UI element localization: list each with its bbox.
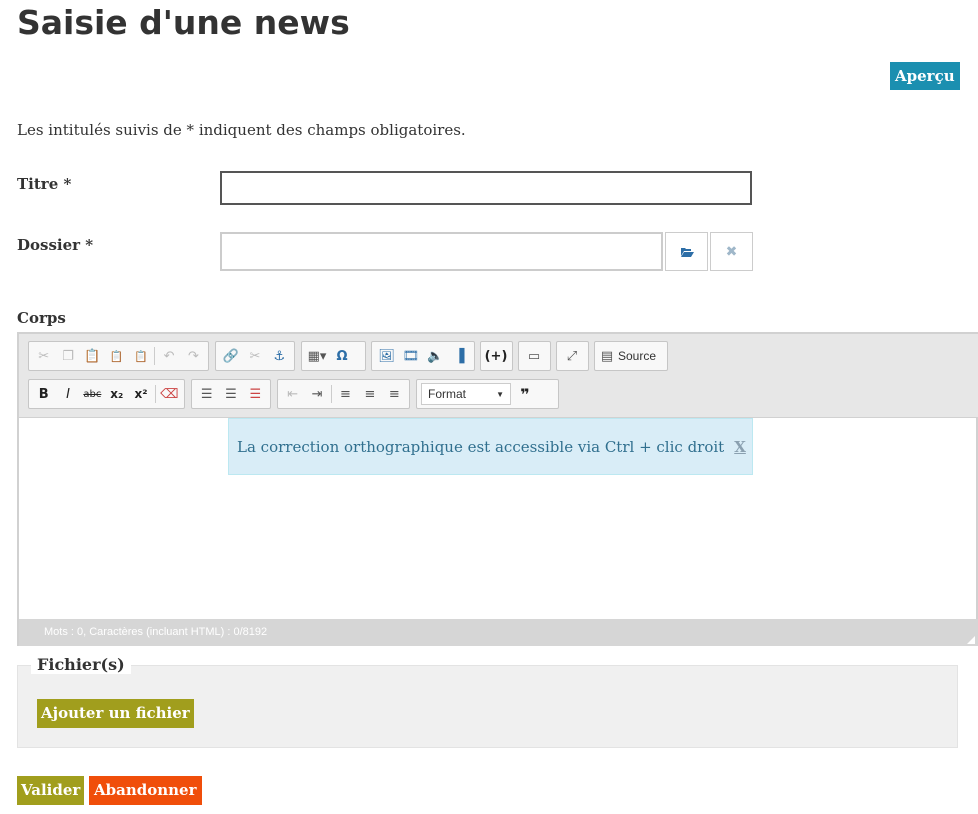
- format-group: Format ▼ ❞: [416, 379, 559, 409]
- page-title: Saisie d'une news: [17, 3, 350, 42]
- chevron-down-icon: ▼: [496, 389, 504, 399]
- media-group: 🖼 🎞 🔈 ▐: [371, 341, 475, 371]
- rich-text-editor: ✂ ❐ 📋 📋 📋 ↶ ↷ 🔗 ✂ ⚓ ▦▾ Ω 🖼 🎞 🔈 ▐ (+) ▭ ⤢…: [17, 332, 978, 646]
- templates-group: ▭: [518, 341, 551, 371]
- editor-statusbar: Mots : 0, Caractères (incluant HTML) : 0…: [19, 619, 978, 646]
- corps-label: Corps: [17, 309, 66, 327]
- blockquote-icon[interactable]: ❞: [514, 383, 536, 405]
- preview-button[interactable]: Aperçu: [890, 62, 960, 90]
- unlink-icon[interactable]: ✂: [244, 345, 265, 367]
- align-left-icon[interactable]: ≡: [335, 383, 356, 405]
- templates-icon[interactable]: ▭: [523, 345, 545, 367]
- source-button-label: Source: [618, 349, 657, 363]
- remove-format-icon[interactable]: ⌫: [159, 383, 180, 405]
- bold-icon[interactable]: B: [33, 383, 54, 405]
- align-center-icon[interactable]: ≡: [359, 383, 380, 405]
- flash-icon[interactable]: ▐: [449, 345, 470, 367]
- source-group[interactable]: ▤ Source: [594, 341, 668, 371]
- indent-icon[interactable]: ⇥: [306, 383, 327, 405]
- add-file-button[interactable]: Ajouter un fichier: [37, 699, 194, 728]
- spellcheck-notice: La correction orthographique est accessi…: [228, 418, 753, 475]
- superscript-icon[interactable]: x²: [130, 383, 151, 405]
- audio-icon[interactable]: 🔈: [425, 345, 446, 367]
- format-select[interactable]: Format ▼: [421, 383, 511, 405]
- files-legend: Fichier(s): [31, 655, 131, 674]
- plugin-group: (+): [480, 341, 513, 371]
- indent-align-group: ⇤ ⇥ ≡ ≡ ≡: [277, 379, 410, 409]
- cut-icon[interactable]: ✂: [33, 345, 54, 367]
- separator: [330, 385, 332, 403]
- video-icon[interactable]: 🎞: [400, 345, 421, 367]
- validate-button[interactable]: Valider: [17, 776, 85, 805]
- link-group: 🔗 ✂ ⚓: [215, 341, 295, 371]
- dossier-label: Dossier *: [17, 236, 94, 254]
- titre-input[interactable]: [220, 171, 752, 205]
- strikethrough-icon[interactable]: abc: [82, 383, 103, 405]
- spellcheck-notice-text: La correction orthographique est accessi…: [237, 437, 725, 456]
- separator: [154, 347, 156, 365]
- browse-folder-button[interactable]: [665, 232, 708, 271]
- bulleted-list-icon[interactable]: ☰: [220, 383, 241, 405]
- clear-folder-button[interactable]: ✖: [710, 232, 753, 271]
- undo-icon[interactable]: ↶: [158, 345, 179, 367]
- format-select-label: Format: [428, 387, 467, 401]
- image-icon[interactable]: 🖼: [376, 345, 397, 367]
- resize-handle-icon[interactable]: [967, 636, 975, 644]
- close-icon: ✖: [725, 243, 738, 260]
- separator: [154, 385, 156, 403]
- paste-word-icon[interactable]: 📋: [130, 345, 151, 367]
- dossier-input[interactable]: [220, 232, 663, 271]
- insert-plugin-icon[interactable]: (+): [485, 345, 508, 367]
- table-group: ▦▾ Ω: [301, 341, 366, 371]
- link-icon[interactable]: 🔗: [220, 345, 241, 367]
- numbered-list-icon[interactable]: ☰: [196, 383, 217, 405]
- cancel-button[interactable]: Abandonner: [89, 776, 202, 805]
- italic-icon[interactable]: I: [57, 383, 78, 405]
- basicstyles-group: B I abc x₂ x² ⌫: [28, 379, 185, 409]
- maximize-group: ⤢: [556, 341, 589, 371]
- subscript-icon[interactable]: x₂: [106, 383, 127, 405]
- notice-close-button[interactable]: X: [734, 438, 746, 456]
- editor-toolbar: ✂ ❐ 📋 📋 📋 ↶ ↷ 🔗 ✂ ⚓ ▦▾ Ω 🖼 🎞 🔈 ▐ (+) ▭ ⤢…: [19, 334, 978, 418]
- align-right-icon[interactable]: ≡: [384, 383, 405, 405]
- source-icon: ▤: [600, 348, 614, 364]
- special-char-icon[interactable]: Ω: [331, 345, 353, 367]
- checklist-icon[interactable]: ☰: [245, 383, 266, 405]
- folder-open-icon: [680, 247, 694, 257]
- paste-icon[interactable]: 📋: [82, 345, 103, 367]
- required-intro: Les intitulés suivis de * indiquent des …: [17, 121, 466, 139]
- anchor-icon[interactable]: ⚓: [269, 345, 290, 367]
- titre-label: Titre *: [17, 175, 72, 193]
- list-group: ☰ ☰ ☰: [191, 379, 271, 409]
- copy-icon[interactable]: ❐: [57, 345, 78, 367]
- outdent-icon[interactable]: ⇤: [282, 383, 303, 405]
- table-icon[interactable]: ▦▾: [306, 345, 328, 367]
- paste-text-icon[interactable]: 📋: [106, 345, 127, 367]
- word-count: Mots : 0, Caractères (incluant HTML) : 0…: [44, 626, 268, 638]
- clipboard-group: ✂ ❐ 📋 📋 📋 ↶ ↷: [28, 341, 209, 371]
- redo-icon[interactable]: ↷: [183, 345, 204, 367]
- maximize-icon[interactable]: ⤢: [561, 345, 583, 367]
